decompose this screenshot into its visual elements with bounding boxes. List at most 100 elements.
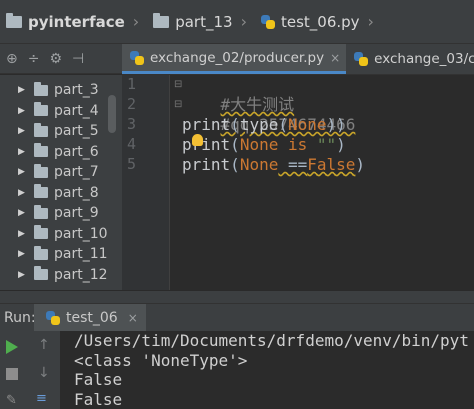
expand-arrow-icon[interactable]: ▶ <box>18 188 34 198</box>
tree-item-label: part_10 <box>54 225 108 242</box>
code-token: print <box>182 115 231 134</box>
code-token: == <box>278 155 308 174</box>
run-tab-test-06[interactable]: test_06 × <box>34 304 146 331</box>
console-output[interactable]: /Users/tim/Documents/drfdemo/venv/bin/py… <box>60 331 474 409</box>
console-line: False <box>74 370 123 389</box>
code-keyword: None <box>239 155 279 174</box>
tree-item-label: part_11 <box>54 246 108 263</box>
tab-consumer[interactable]: exchange_03/consume <box>346 44 474 74</box>
breadcrumb-label: part_13 <box>175 12 233 31</box>
code-token: ( <box>230 115 240 134</box>
close-icon[interactable]: × <box>128 311 138 325</box>
wrench-icon[interactable]: ✎ <box>6 393 17 408</box>
breadcrumb-label: pyinterface <box>28 12 125 31</box>
tree-item-part-3[interactable]: ▶ part_3 <box>0 80 122 101</box>
folder-icon <box>34 184 48 199</box>
code-editor[interactable]: ⊟ ⊟ #大牛测试 #qq 2574674466 print(type(None… <box>170 75 474 290</box>
line-number: 3 <box>126 115 136 133</box>
expand-arrow-icon[interactable]: ▶ <box>18 208 34 218</box>
tree-item-label: part_5 <box>54 123 99 140</box>
tree-item-part-5[interactable]: ▶ part_5 <box>0 121 122 142</box>
breadcrumb-pyinterface[interactable]: pyinterface › <box>0 0 147 43</box>
code-line-4: print(None is "") <box>182 135 346 155</box>
breadcrumb-test-06[interactable]: test_06.py › <box>255 0 382 43</box>
python-file-icon <box>46 310 60 325</box>
arrow-up-icon[interactable]: ↑ <box>38 337 50 353</box>
line-gutter: 1 2 3 4 5 <box>122 75 170 290</box>
gear-icon[interactable]: ⚙ <box>49 51 62 67</box>
folder-icon <box>34 245 48 260</box>
code-line-2: #qq 2574674466 <box>182 95 356 134</box>
tree-item-label: part_12 <box>54 266 108 283</box>
run-panel-header: Run: test_06 × <box>0 303 474 331</box>
code-token: ( <box>230 135 240 154</box>
tree-item-label: part_8 <box>54 184 99 201</box>
close-icon[interactable]: × <box>330 51 340 65</box>
tab-producer[interactable]: exchange_02/producer.py × <box>122 44 347 74</box>
folder-icon <box>6 12 22 28</box>
code-line-5: print(None ==False) <box>182 155 365 175</box>
code-line-3: print(type(None)) <box>182 115 346 135</box>
tab-label: exchange_03/consume <box>374 51 474 67</box>
expand-arrow-icon[interactable]: ▶ <box>18 249 34 259</box>
tree-item-part-10[interactable]: ▶ part_10 <box>0 224 122 245</box>
breadcrumb: pyinterface › part_13 › test_06.py › <box>0 0 474 44</box>
tab-label: exchange_02/producer.py <box>150 49 325 66</box>
run-label: Run: <box>4 309 36 326</box>
tree-item-part-4[interactable]: ▶ part_4 <box>0 101 122 122</box>
tree-item-part-11[interactable]: ▶ part_11 <box>0 244 122 265</box>
project-toolbar: ⊕ ÷ ⚙ ⊣ <box>0 44 122 74</box>
line-number: 1 <box>126 75 136 93</box>
arrow-down-icon[interactable]: ↓ <box>38 365 50 381</box>
code-token: ) <box>336 135 346 154</box>
run-toolbar: ↑ ↓ ✎ ≡ <box>0 331 60 409</box>
python-file-icon <box>260 14 275 29</box>
expand-arrow-icon[interactable]: ▶ <box>18 270 34 280</box>
play-icon[interactable] <box>6 340 18 354</box>
tree-item-label: part_4 <box>54 102 99 119</box>
expand-arrow-icon[interactable]: ▶ <box>18 85 34 95</box>
tree-item-label: part_9 <box>54 205 99 222</box>
expand-arrow-icon[interactable]: ▶ <box>18 229 34 239</box>
expand-arrow-icon[interactable]: ▶ <box>18 106 34 116</box>
run-tab-label: test_06 <box>66 309 118 326</box>
chevron-right-icon: › <box>240 12 247 31</box>
tree-item-part-6[interactable]: ▶ part_6 <box>0 142 122 163</box>
code-token: ) <box>355 155 366 174</box>
folder-icon <box>34 102 48 117</box>
chevron-right-icon: › <box>367 12 374 31</box>
code-token: type <box>239 115 279 134</box>
folder-icon <box>153 12 170 28</box>
tree-item-label: part_6 <box>54 143 99 160</box>
code-keyword: False <box>307 155 356 174</box>
tree-item-part-7[interactable]: ▶ part_7 <box>0 162 122 183</box>
breadcrumb-label: test_06.py <box>280 12 360 31</box>
expand-arrow-icon[interactable]: ▶ <box>18 126 34 136</box>
python-file-icon <box>130 50 144 65</box>
chevron-right-icon: › <box>132 12 140 31</box>
folder-icon <box>34 81 48 96</box>
code-token: print <box>182 155 231 174</box>
expand-arrow-icon[interactable]: ▶ <box>18 147 34 157</box>
folder-icon <box>34 225 48 240</box>
code-keyword: is <box>278 135 317 154</box>
folder-icon <box>34 122 48 137</box>
panel-divider[interactable] <box>0 290 474 304</box>
tree-item-part-12[interactable]: ▶ part_12 <box>0 265 122 286</box>
code-token: ( <box>278 115 288 134</box>
lightbulb-icon[interactable] <box>192 134 203 146</box>
folder-icon <box>34 266 48 281</box>
tree-item-part-9[interactable]: ▶ part_9 <box>0 203 122 224</box>
hide-icon[interactable]: ⊣ <box>72 51 84 67</box>
tree-scrollbar[interactable] <box>108 95 116 133</box>
breadcrumb-part-13[interactable]: part_13 › <box>147 0 255 43</box>
tree-item-part-8[interactable]: ▶ part_8 <box>0 183 122 204</box>
expand-arrow-icon[interactable]: ▶ <box>18 167 34 177</box>
globe-icon[interactable]: ⊕ <box>6 51 18 67</box>
split-icon[interactable]: ÷ <box>28 51 40 67</box>
console-line: /Users/tim/Documents/drfdemo/venv/bin/py… <box>74 331 469 350</box>
soft-wrap-icon[interactable]: ≡ <box>36 391 47 406</box>
stop-icon[interactable] <box>6 368 18 380</box>
python-file-icon <box>354 52 369 66</box>
console-line: <class 'NoneType'> <box>74 350 248 370</box>
